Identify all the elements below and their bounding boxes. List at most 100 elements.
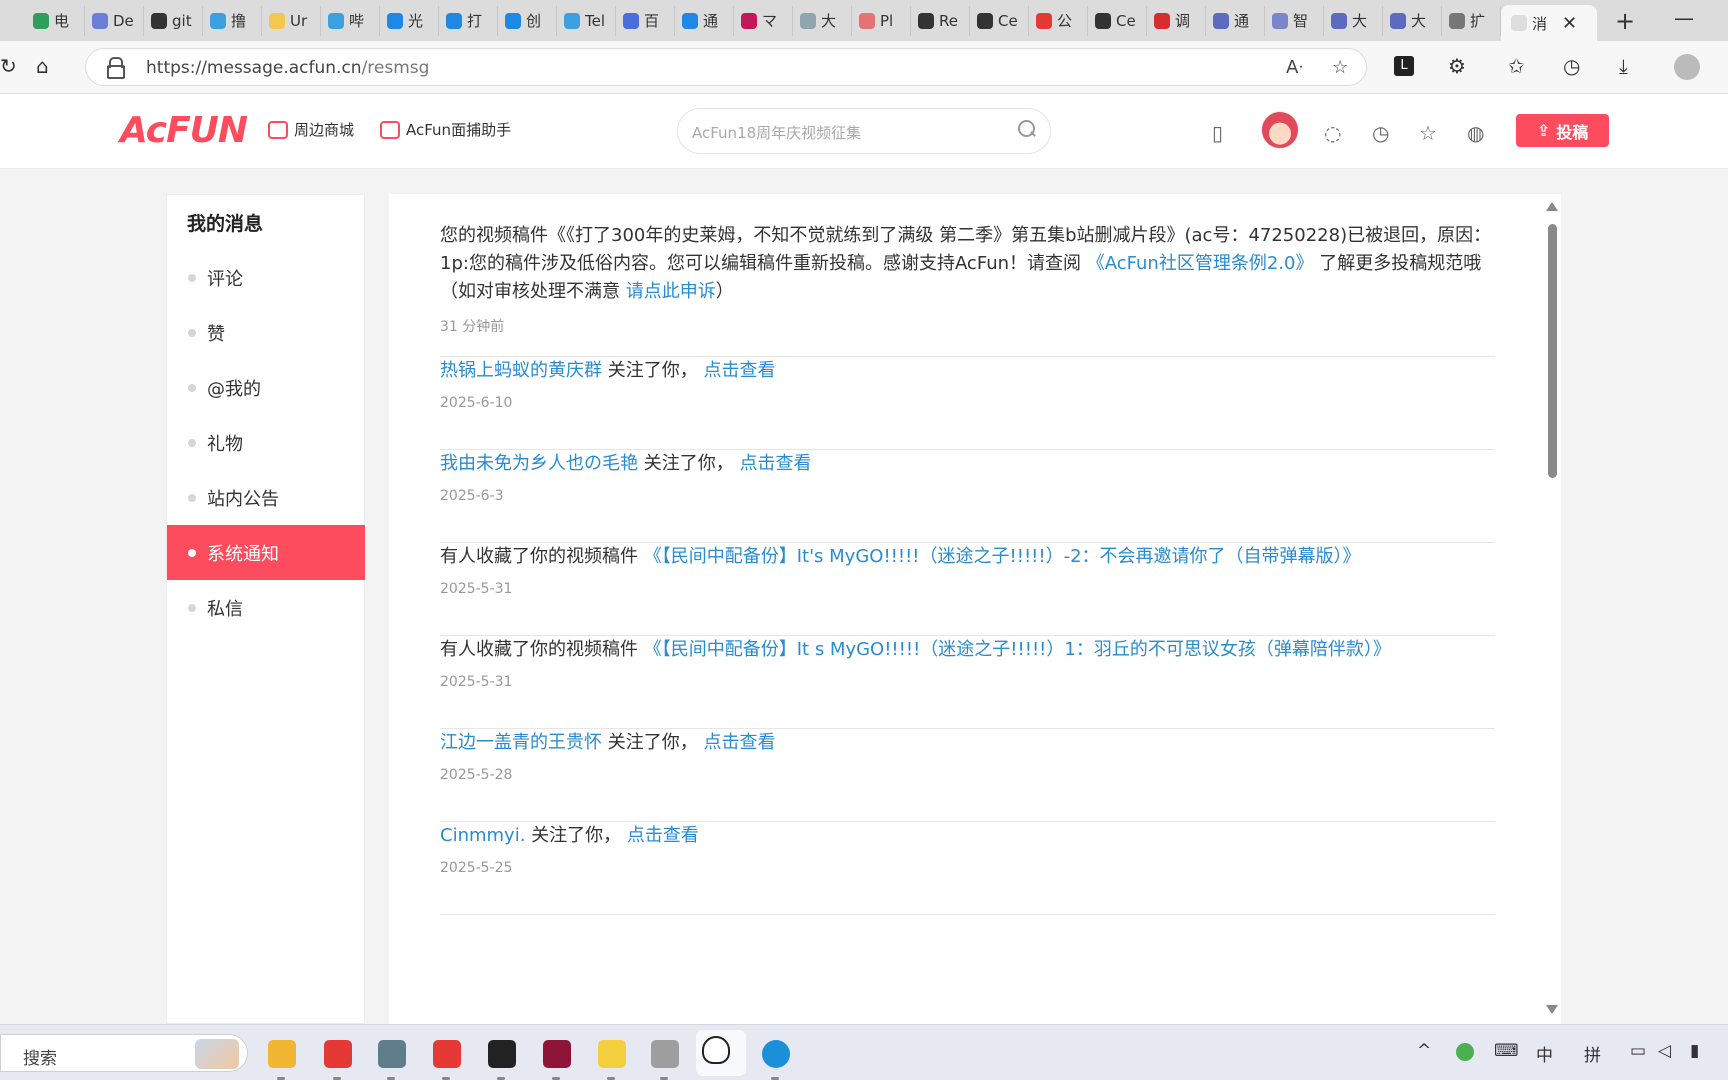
message-link[interactable]: 点击查看 <box>703 360 775 381</box>
extension-l-icon[interactable]: L <box>1394 56 1414 76</box>
tab-favicon-icon <box>564 12 580 29</box>
active-tab-label: 消 <box>1532 14 1548 33</box>
browser-tab[interactable]: De <box>85 5 144 36</box>
history-icon[interactable]: ◷ <box>1372 121 1389 145</box>
browser-tab[interactable]: 创 <box>498 5 557 36</box>
scrollbar[interactable] <box>1546 202 1558 1014</box>
network-icon[interactable]: ▭ <box>1630 1041 1646 1061</box>
browser-tab[interactable]: マ <box>734 5 793 36</box>
browser-tab[interactable]: 智 <box>1265 5 1324 36</box>
close-tab-icon[interactable]: ✕ <box>1562 13 1577 34</box>
sidebar-item[interactable]: 系统通知 <box>167 525 365 580</box>
message-link[interactable]: 我由未免为乡人也の毛艳 <box>440 453 638 474</box>
message-link[interactable]: Cinmmyi. <box>440 825 525 846</box>
tray-app-icon[interactable] <box>1456 1043 1474 1061</box>
new-tab-button[interactable]: + <box>1615 7 1635 35</box>
nav-merch-shop[interactable]: 周边商城 <box>268 119 354 140</box>
tray-overflow-chevron-icon[interactable]: ^ <box>1417 1041 1431 1061</box>
ime-language-indicator[interactable]: 中 <box>1536 1041 1553 1066</box>
paper-plane-app[interactable] <box>318 1034 356 1080</box>
url-bar[interactable]: https://message.acfun.cn/resmsg Aᐧ ☆ <box>85 48 1367 86</box>
message-link[interactable]: 《【民间中配备份】It's MyGO!!!!!（迷途之子!!!!!）-2：不会再… <box>644 546 1361 567</box>
scrollbar-thumb[interactable] <box>1548 224 1557 478</box>
music-app[interactable] <box>482 1034 520 1080</box>
volume-icon[interactable]: ◁ <box>1658 1041 1671 1061</box>
browser-tab[interactable]: 哔 <box>321 5 380 36</box>
profile-avatar-icon[interactable] <box>1674 54 1700 80</box>
message-link[interactable]: 《AcFun社区管理条例2.0》 <box>1087 253 1314 274</box>
history-icon[interactable]: ◷ <box>1563 54 1580 78</box>
browser-tab[interactable]: 打 <box>439 5 498 36</box>
sidebar-item[interactable]: 私信 <box>167 580 365 635</box>
browser-tab[interactable]: 调 <box>1147 5 1206 36</box>
sidebar-item[interactable]: 站内公告 <box>167 470 365 525</box>
url-text[interactable]: https://message.acfun.cn/resmsg <box>146 58 429 78</box>
sidebar-item[interactable]: 评论 <box>167 250 365 305</box>
message-link[interactable]: 《【民间中配备份】It s MyGO!!!!!（迷途之子!!!!!）1：羽丘的不… <box>644 639 1391 660</box>
avatar[interactable] <box>1261 111 1299 149</box>
sidebar-item[interactable]: 赞 <box>167 305 365 360</box>
message-link[interactable]: 点击查看 <box>739 453 811 474</box>
download-icon[interactable]: ⤓ <box>1619 54 1628 78</box>
favorites-icon[interactable]: ✩ <box>1508 54 1525 78</box>
browser-tab[interactable]: 扩 <box>1442 5 1501 36</box>
browser-tab[interactable]: 电 <box>26 5 85 36</box>
battery-icon[interactable]: ▮ <box>1690 1041 1699 1061</box>
browser-tab[interactable]: 百 <box>616 5 675 36</box>
browser-tab[interactable]: 大 <box>1324 5 1383 36</box>
minimize-window-button[interactable]: — <box>1674 6 1694 30</box>
ime-mode-indicator[interactable]: 拼 <box>1584 1041 1601 1066</box>
browser-tab[interactable]: Re <box>911 5 970 36</box>
read-aloud-icon[interactable]: Aᐧ <box>1286 57 1303 78</box>
home-icon[interactable]: ⌂ <box>36 54 49 78</box>
nav-face-capture[interactable]: AcFun面捕助手 <box>380 119 511 140</box>
store-app[interactable] <box>427 1034 465 1080</box>
favorite-icon[interactable]: ☆ <box>1419 121 1437 145</box>
browser-tab[interactable]: 光 <box>380 5 439 36</box>
browser-tab[interactable]: 通 <box>675 5 734 36</box>
tab-label: Ur <box>290 11 308 30</box>
tab-active[interactable]: 消 ✕ <box>1501 5 1597 41</box>
browser-tab[interactable]: 撸 <box>203 5 262 36</box>
message-link[interactable]: 点击查看 <box>703 732 775 753</box>
sidebar-item[interactable]: @我的 <box>167 360 365 415</box>
scroll-up-arrow-icon[interactable] <box>1546 202 1558 211</box>
browser-tab[interactable]: git <box>144 5 203 36</box>
browser-tab[interactable]: Ur <box>262 5 321 36</box>
browser-tab[interactable]: Ce <box>1088 5 1147 36</box>
browser-tab[interactable]: 大 <box>1383 5 1442 36</box>
mobile-icon[interactable]: ▯ <box>1212 121 1223 145</box>
acfun-logo[interactable]: AcFUN <box>120 110 248 151</box>
scroll-down-arrow-icon[interactable] <box>1546 1005 1558 1014</box>
search-icon[interactable] <box>1018 120 1036 138</box>
refresh-icon[interactable]: ↻ <box>0 54 17 78</box>
browser-tab[interactable]: 通 <box>1206 5 1265 36</box>
upload-button[interactable]: ⇪ 投稿 <box>1516 114 1609 147</box>
browser-tab[interactable]: Tel <box>557 5 616 36</box>
taskbar-search[interactable]: 搜索 <box>0 1034 248 1072</box>
sidebar-item[interactable]: 礼物 <box>167 415 365 470</box>
message-icon[interactable]: ◌ <box>1324 121 1341 145</box>
browser-tab[interactable]: 大 <box>793 5 852 36</box>
message-link[interactable]: 点击查看 <box>627 825 699 846</box>
player-app[interactable] <box>592 1034 630 1080</box>
download-app-icon[interactable]: ◍ <box>1467 121 1484 145</box>
favorite-star-icon[interactable]: ☆ <box>1332 57 1348 78</box>
message-link[interactable]: 热锅上蚂蚁的黄庆群 <box>440 360 602 381</box>
tablet-app[interactable] <box>645 1034 683 1080</box>
browser-tab[interactable]: Ce <box>970 5 1029 36</box>
file-explorer-app[interactable] <box>262 1034 300 1080</box>
qq-app[interactable] <box>696 1030 746 1076</box>
browser-tab[interactable]: 公 <box>1029 5 1088 36</box>
message-link[interactable]: 江边一盖青的王贵怀 <box>440 732 602 753</box>
message-link[interactable]: 请点此申诉 <box>626 281 716 302</box>
keyboard-icon[interactable]: ⌨ <box>1494 1041 1519 1061</box>
browser-tab[interactable]: Pl <box>852 5 911 36</box>
search-input[interactable]: AcFun18周年庆视频征集 <box>677 108 1051 154</box>
game-app[interactable] <box>537 1034 575 1080</box>
extensions-puzzle-icon[interactable]: ⚙ <box>1448 54 1466 78</box>
edge-app[interactable] <box>756 1034 794 1080</box>
tab-label: 大 <box>821 12 837 30</box>
settings-app[interactable] <box>372 1034 410 1080</box>
nav-face-capture-label: AcFun面捕助手 <box>406 121 512 139</box>
